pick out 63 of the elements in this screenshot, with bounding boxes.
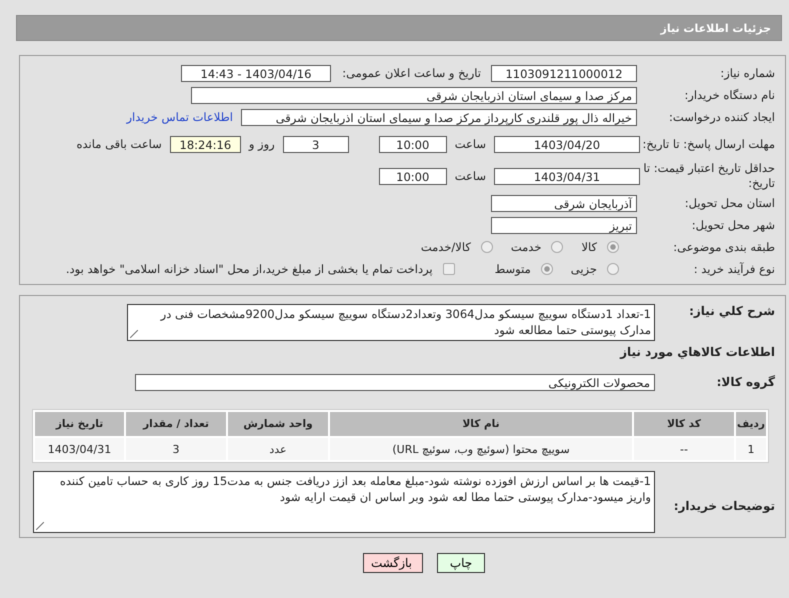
checkbox-label: پرداخت تمام یا بخشی از مبلغ خرید،از محل "اسناد خزانه اسلامی" خواهد بود. [66, 262, 433, 276]
column-header: ردیف [736, 412, 766, 436]
column-header: واحد شمارش [228, 412, 328, 436]
radio-button[interactable] [480, 241, 493, 253]
requester-field: خیراله ذال پور قلندری کارپرداز مرکز صدا و سیمای استان اذربایجان شرقی [241, 108, 637, 126]
announce-date-field: 1403/04/16 - 14:43 [181, 64, 331, 82]
field-label: نام دستگاه خریدار: [683, 88, 775, 102]
radio-button[interactable] [540, 263, 553, 275]
time-field: 10:00 [378, 168, 447, 184]
need-number-field: 1103091211000012 [491, 64, 637, 82]
buyer-notes-field: 1-قیمت ها بر اساس ارزش افوزده نوشته شود-مبلغ معامله بعد ازز دریافت جنس به مدت15 روز کاری به حساب تامین کننده واریز میسود-مدارک پیوستی حتما مطا لعه شود وبر اساس ان قیمت ارایه شود [33, 471, 655, 534]
buyer-contact-link[interactable]: اطلاعات تماس خریدار [126, 110, 233, 124]
date-field: 1403/04/20 [494, 136, 640, 152]
buyer-org-field: مرکز صدا و سیمای استان اذربایجان شرقی [191, 86, 637, 104]
radio-button[interactable] [607, 263, 619, 275]
column-header: تعداد / مقدار [126, 412, 226, 436]
days-label: روز و [248, 137, 275, 151]
field-label: نوع فرآیند خرید : [692, 262, 775, 276]
time-label: ساعت [454, 169, 486, 183]
table-cell: 3 [126, 438, 226, 460]
radio-button[interactable] [607, 241, 619, 253]
summary-field: 1-تعداد 1دستگاه سوییچ سیسکو مدل3064 وتعداد2دستگاه سوییچ سیسکو مدل9200مشخصات فنی در مدارک پیوستی حتما مطالعه شود [127, 304, 655, 342]
field-label: استان محل تحویل: [684, 196, 775, 210]
page-title: جزئیات اطلاعات نیاز [660, 22, 771, 34]
back-button[interactable]: بازگشت [363, 553, 423, 574]
section-heading: اطلاعات کالاهاي مورد نياز [618, 345, 776, 360]
date-field: 1403/04/31 [494, 168, 640, 184]
field-label: توضیحات خریدار: [672, 499, 775, 514]
remaining-label: ساعت باقی مانده [76, 137, 162, 151]
field-label: مهلت ارسال پاسخ: تا تاریخ: [641, 136, 775, 152]
column-header: کد کالا [634, 412, 734, 436]
field-label: شرح کلي نياز: [688, 304, 775, 318]
checkbox[interactable] [442, 263, 455, 275]
province-field: آذربایجان شرقی [491, 194, 637, 212]
time-field: 10:00 [378, 136, 447, 152]
table-cell: 1 [736, 438, 766, 460]
time-label: ساعت [454, 137, 486, 151]
field-label: طبقه بندی موضوعی: [672, 240, 775, 254]
field-label: شماره نیاز: [719, 66, 775, 80]
radio-label: کالا/خدمت [420, 240, 471, 254]
field-label: ایجاد کننده درخواست: [668, 110, 775, 124]
days-field: 3 [282, 136, 349, 152]
resize-grip-icon[interactable] [130, 330, 138, 338]
table-cell: -- [634, 438, 734, 460]
goods-group-field: محصولات الکترونیکی [135, 374, 655, 391]
column-header: نام کالا [330, 412, 632, 436]
radio-button[interactable] [551, 241, 564, 253]
radio-label: جزیی [570, 262, 597, 276]
field-label: گروه کالا: [716, 375, 775, 390]
print-button[interactable]: چاپ [437, 553, 485, 574]
radio-label: کالا [581, 240, 597, 254]
table-cell: 1403/04/31 [35, 438, 124, 460]
column-header: تاریخ نیاز [35, 412, 124, 436]
radio-label: خدمت [510, 240, 542, 254]
table-cell: سوییچ محتوا (سوئیچ وب، سوئیچ URL) [330, 438, 632, 460]
field-label: تاریخ و ساعت اعلان عمومی: [341, 66, 481, 80]
table-cell: عدد [228, 438, 328, 460]
resize-grip-icon[interactable] [36, 522, 44, 530]
remaining-time-field: 18:24:16 [170, 136, 241, 152]
city-field: تبریز [491, 216, 637, 234]
field-label: حداقل تاریخ اعتبار قیمت: تا تاریخ: [642, 161, 775, 191]
field-label: شهر محل تحویل: [690, 218, 775, 232]
radio-label: متوسط [494, 262, 531, 276]
